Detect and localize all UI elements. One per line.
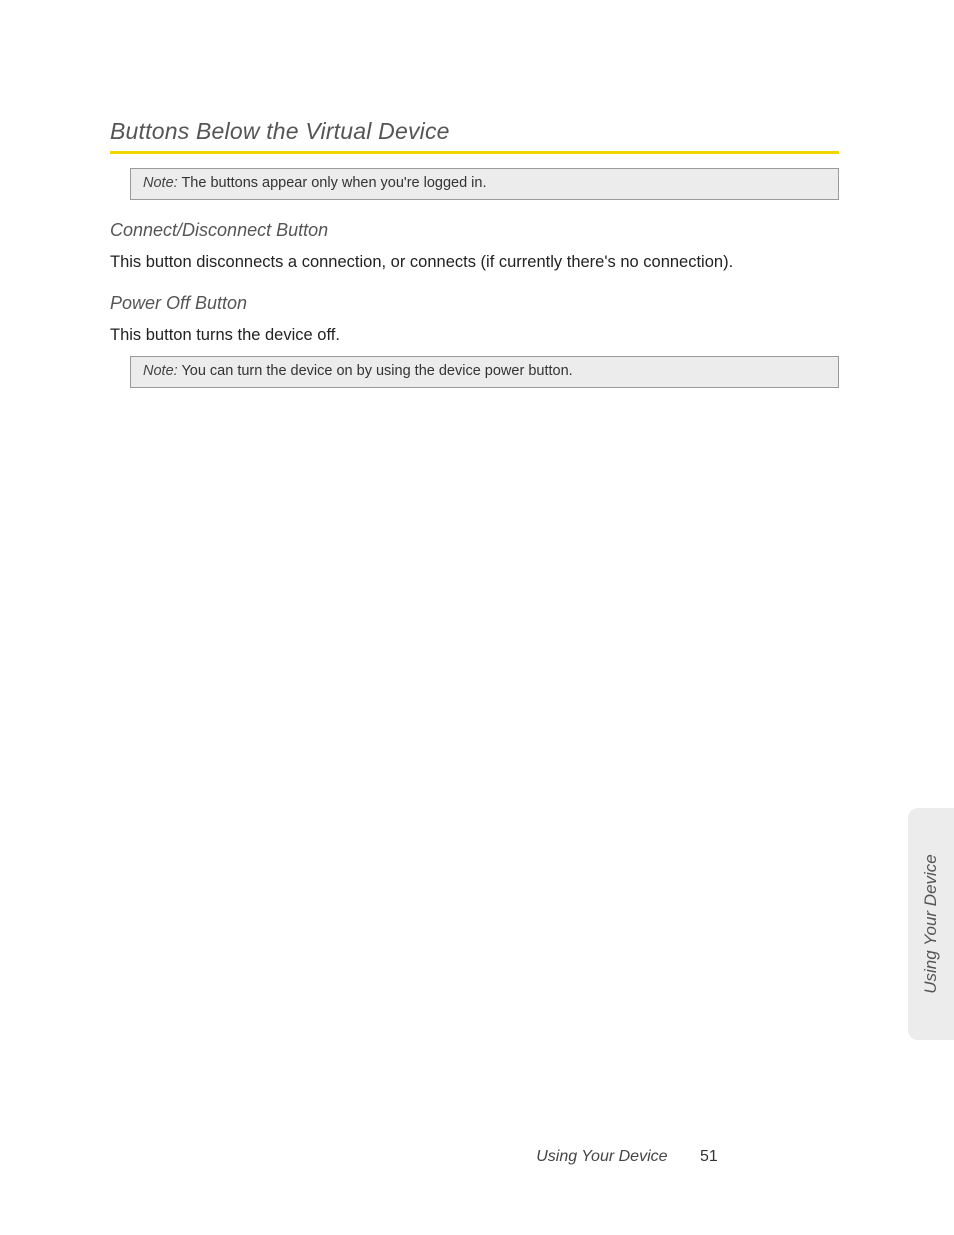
note-text: You can turn the device on by using the …: [178, 363, 573, 379]
note-text: The buttons appear only when you're logg…: [178, 175, 487, 191]
title-underline: [110, 151, 839, 154]
note-box-power-on: Note: You can turn the device on by usin…: [130, 356, 839, 388]
side-tab-label: Using Your Device: [921, 854, 941, 994]
note-box-logged-in: Note: The buttons appear only when you'r…: [130, 168, 839, 200]
note-label: Note:: [143, 363, 178, 379]
body-connect-disconnect: This button disconnects a connection, or…: [110, 251, 839, 273]
section-title: Buttons Below the Virtual Device: [110, 118, 839, 145]
note-label: Note:: [143, 175, 178, 191]
footer-page-number: 51: [700, 1148, 718, 1165]
body-power-off: This button turns the device off.: [110, 324, 839, 346]
subhead-power-off: Power Off Button: [110, 293, 839, 314]
footer-section-name: Using Your Device: [536, 1148, 667, 1165]
page-footer: Using Your Device 51: [0, 1148, 954, 1166]
document-page: Buttons Below the Virtual Device Note: T…: [0, 0, 954, 1235]
subhead-connect-disconnect: Connect/Disconnect Button: [110, 220, 839, 241]
side-tab: Using Your Device: [908, 808, 954, 1040]
